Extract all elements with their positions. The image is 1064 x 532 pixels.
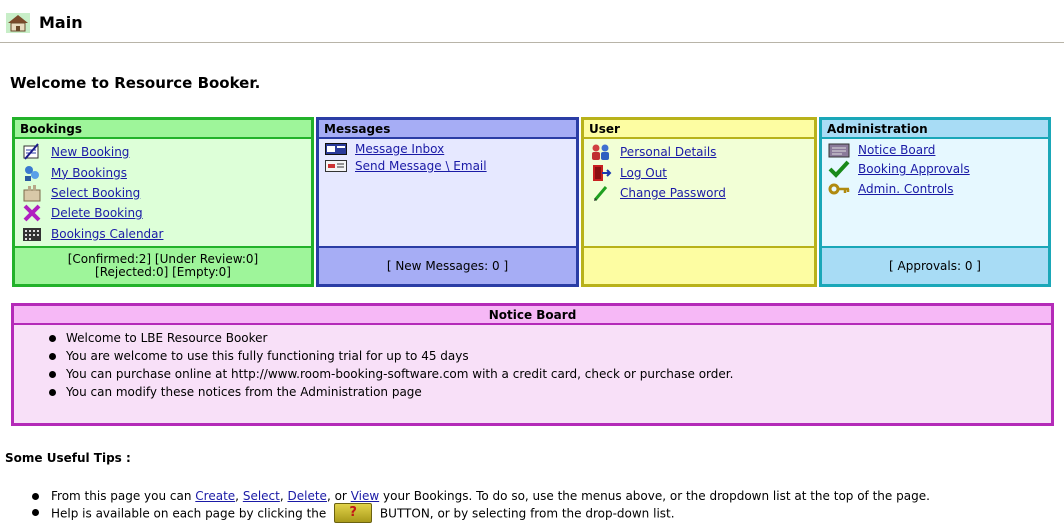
new-booking-icon bbox=[21, 143, 43, 161]
bookings-panel: Bookings New Booking My Bookings Select … bbox=[12, 117, 314, 287]
home-icon bbox=[6, 13, 30, 33]
menu-item-select-booking[interactable]: Select Booking bbox=[15, 183, 311, 203]
menu-item-delete-booking[interactable]: Delete Booking bbox=[15, 203, 311, 223]
menu-item-send-message[interactable]: Send Message \ Email bbox=[319, 157, 576, 174]
pencil-icon bbox=[590, 184, 612, 202]
personal-details-link[interactable]: Personal Details bbox=[620, 145, 716, 159]
key-icon bbox=[828, 180, 850, 198]
bookings-calendar-link[interactable]: Bookings Calendar bbox=[51, 227, 163, 241]
tip-line-1: From this page you can Create, Select, D… bbox=[0, 488, 1064, 504]
users-icon bbox=[590, 143, 612, 161]
change-password-link[interactable]: Change Password bbox=[620, 186, 726, 200]
my-bookings-icon bbox=[21, 164, 43, 182]
menu-item-personal-details[interactable]: Personal Details bbox=[584, 142, 814, 162]
inbox-icon bbox=[325, 140, 347, 158]
help-button-icon[interactable]: ? bbox=[334, 503, 373, 523]
bookings-status-line2: [Rejected:0] [Empty:0] bbox=[95, 265, 231, 279]
menu-item-my-bookings[interactable]: My Bookings bbox=[15, 162, 311, 182]
messages-panel: Messages Message Inbox Send Message \ Em… bbox=[316, 117, 579, 287]
my-bookings-link[interactable]: My Bookings bbox=[51, 166, 127, 180]
tip-text: your Bookings. To do so, use the menus a… bbox=[383, 489, 930, 503]
menu-item-message-inbox[interactable]: Message Inbox bbox=[319, 140, 576, 157]
bookings-status-footer: [Confirmed:2] [Under Review:0] [Rejected… bbox=[15, 246, 311, 284]
admin-status-footer: [ Approvals: 0 ] bbox=[822, 246, 1048, 284]
messages-panel-title: Messages bbox=[319, 120, 576, 139]
user-status-footer bbox=[584, 246, 814, 284]
menu-item-booking-approvals[interactable]: Booking Approvals bbox=[822, 160, 1048, 180]
calendar-icon bbox=[21, 225, 43, 243]
log-out-link[interactable]: Log Out bbox=[620, 166, 667, 180]
user-panel: User Personal Details Log Out Change Pas… bbox=[581, 117, 817, 287]
menu-item-change-password[interactable]: Change Password bbox=[584, 183, 814, 203]
administration-panel-title: Administration bbox=[822, 120, 1048, 139]
page-title: Main bbox=[39, 13, 83, 32]
checkmark-icon bbox=[828, 160, 850, 179]
select-link[interactable]: Select bbox=[243, 489, 280, 503]
delete-booking-icon bbox=[21, 204, 43, 222]
notice-item: You can modify these notices from the Ad… bbox=[14, 383, 1051, 401]
tip-line-2: Help is available on each page by clicki… bbox=[0, 503, 1064, 523]
select-booking-icon bbox=[21, 184, 43, 202]
tip-text: Help is available on each page by clicki… bbox=[51, 506, 327, 521]
logout-icon bbox=[590, 164, 612, 182]
administration-panel: Administration Notice Board Booking Appr… bbox=[819, 117, 1051, 287]
menu-item-admin-controls[interactable]: Admin. Controls bbox=[822, 179, 1048, 199]
notice-board-title: Notice Board bbox=[14, 306, 1051, 325]
select-booking-link[interactable]: Select Booking bbox=[51, 186, 140, 200]
notice-board-panel: Notice Board Welcome to LBE Resource Boo… bbox=[11, 303, 1054, 426]
tip-separator: , bbox=[235, 489, 239, 503]
bookings-panel-title: Bookings bbox=[15, 120, 311, 139]
view-link[interactable]: View bbox=[351, 489, 379, 503]
tips-heading: Some Useful Tips : bbox=[5, 451, 131, 465]
notice-item: Welcome to LBE Resource Booker bbox=[14, 329, 1051, 347]
create-link[interactable]: Create bbox=[195, 489, 235, 503]
tip-text: BUTTON, or by selecting from the drop-do… bbox=[379, 506, 675, 521]
booking-approvals-link[interactable]: Booking Approvals bbox=[858, 162, 970, 176]
welcome-heading: Welcome to Resource Booker. bbox=[10, 74, 261, 92]
menu-item-bookings-calendar[interactable]: Bookings Calendar bbox=[15, 224, 311, 244]
send-message-link[interactable]: Send Message \ Email bbox=[355, 159, 487, 173]
notice-item: You are welcome to use this fully functi… bbox=[14, 347, 1051, 365]
notice-board-link[interactable]: Notice Board bbox=[858, 143, 935, 157]
tip-separator: , or bbox=[326, 489, 347, 503]
delete-link[interactable]: Delete bbox=[288, 489, 327, 503]
new-booking-link[interactable]: New Booking bbox=[51, 145, 129, 159]
message-inbox-link[interactable]: Message Inbox bbox=[355, 142, 444, 156]
notice-item: You can purchase online at http://www.ro… bbox=[14, 365, 1051, 383]
menu-item-new-booking[interactable]: New Booking bbox=[15, 142, 311, 162]
admin-controls-link[interactable]: Admin. Controls bbox=[858, 182, 954, 196]
page-header: Main bbox=[0, 0, 1064, 43]
tips-list: From this page you can Create, Select, D… bbox=[0, 488, 1064, 523]
user-panel-title: User bbox=[584, 120, 814, 139]
delete-booking-link[interactable]: Delete Booking bbox=[51, 206, 143, 220]
menu-item-log-out[interactable]: Log Out bbox=[584, 162, 814, 182]
send-email-icon bbox=[325, 157, 347, 175]
tip-separator: , bbox=[279, 489, 284, 503]
tip-text: From this page you can bbox=[51, 489, 192, 503]
messages-status-footer: [ New Messages: 0 ] bbox=[319, 246, 576, 284]
menu-item-notice-board[interactable]: Notice Board bbox=[822, 140, 1048, 160]
notice-board-icon bbox=[828, 141, 850, 159]
notice-list: Welcome to LBE Resource Booker You are w… bbox=[14, 325, 1051, 401]
